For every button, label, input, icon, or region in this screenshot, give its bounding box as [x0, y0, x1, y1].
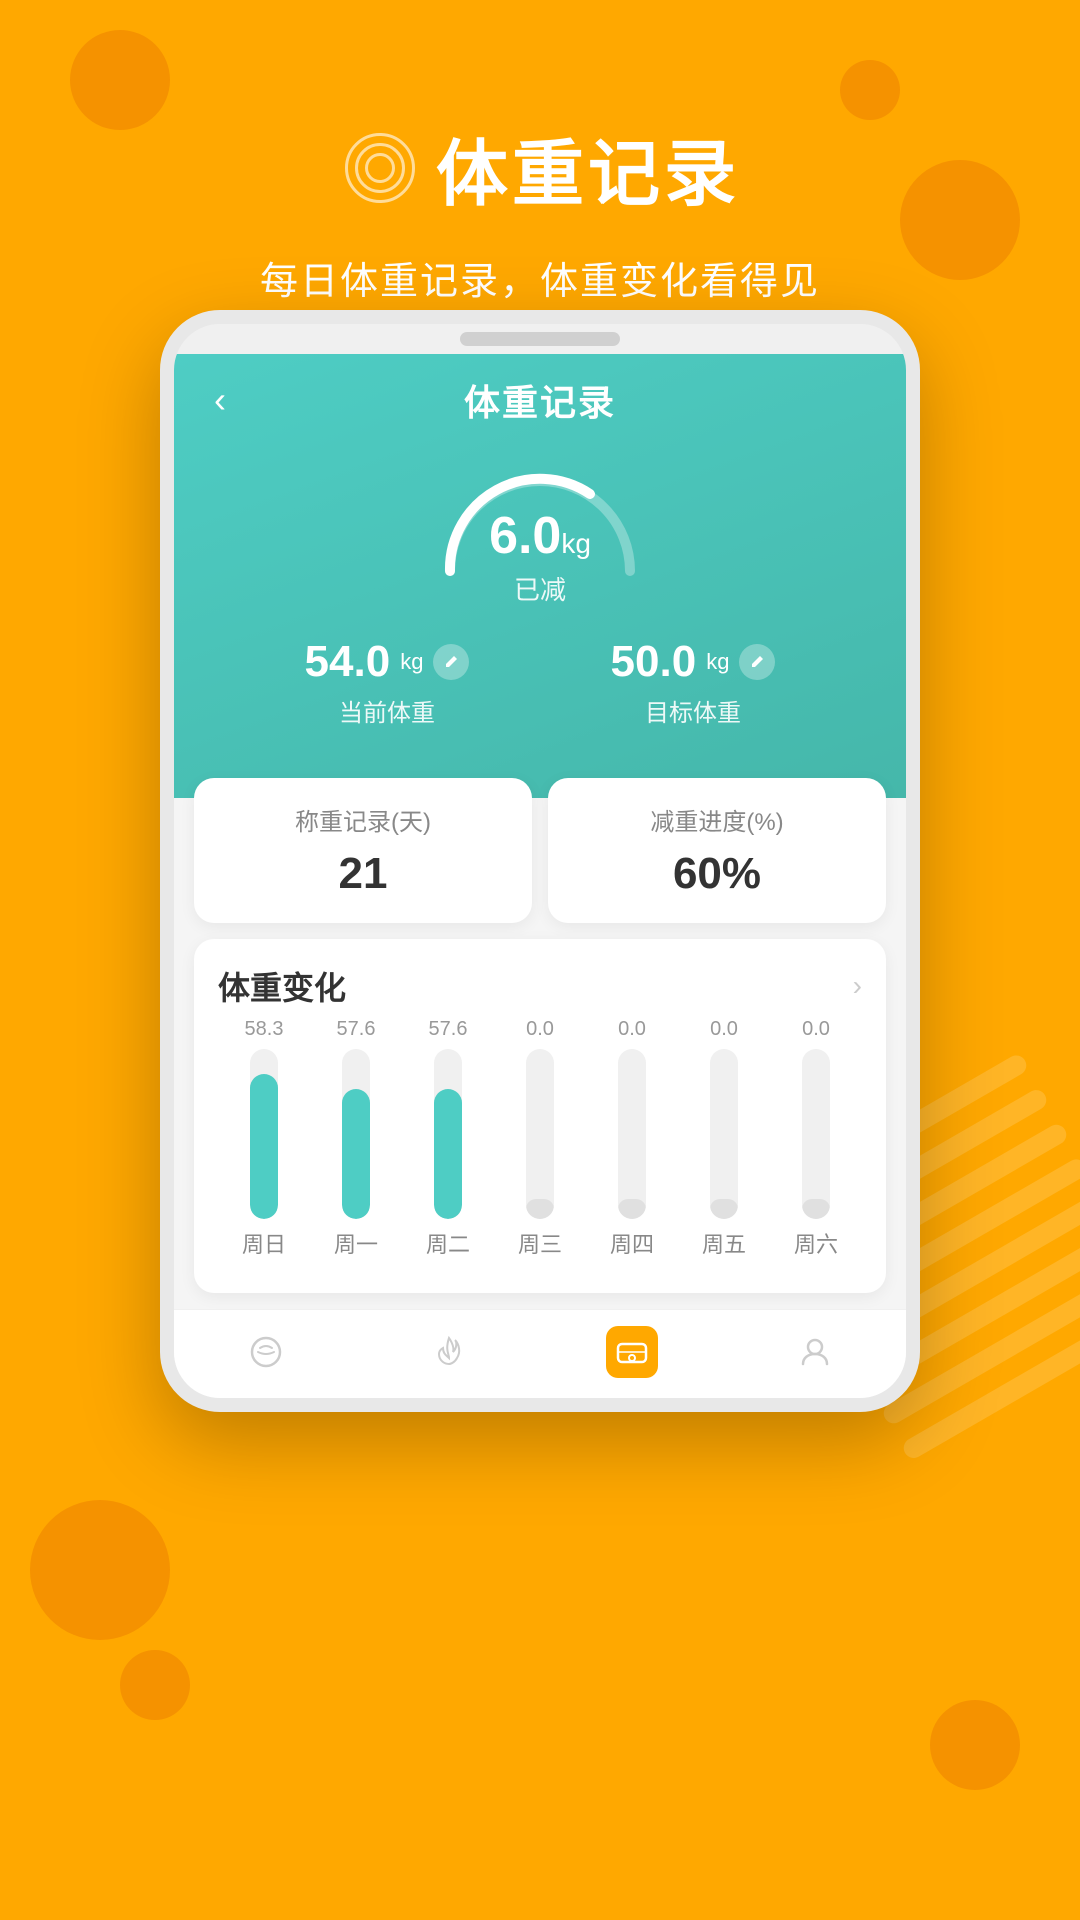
gauge-number: 6.0 [489, 507, 561, 565]
bar-day-6: 周六 [794, 1227, 838, 1259]
bar-day-2: 周二 [426, 1227, 470, 1259]
title-icon [340, 128, 420, 208]
deco-circle-6 [930, 1700, 1020, 1790]
bar-fill-3 [526, 1199, 554, 1219]
chart-title: 体重变化 [218, 963, 346, 1009]
app-header: ‹ 体重记录 6.0kg 已减 [174, 354, 906, 798]
stat-card-days-label: 称重记录(天) [295, 802, 431, 837]
current-weight-label: 当前体重 [339, 693, 435, 728]
bar-value-4: 0.0 [618, 1018, 646, 1041]
header-nav: ‹ 体重记录 [214, 374, 866, 426]
scale-icon [606, 1326, 658, 1378]
bar-wrapper-3 [526, 1049, 554, 1219]
ring-inner [365, 153, 395, 183]
nav-item-scale[interactable] [606, 1326, 658, 1378]
bar-value-0: 58.3 [245, 1018, 284, 1041]
bar-col-2: 57.6 周二 [402, 1018, 494, 1259]
gauge-container: 6.0kg 已减 [214, 446, 866, 627]
app-title-row: 体重记录 [340, 115, 740, 220]
nav-item-fire[interactable] [423, 1326, 475, 1378]
bar-col-4: 0.0 周四 [586, 1018, 678, 1259]
chart-section: 体重变化 › 58.3周日57.6周一57.6周二0.0周三0.0周四0.0周五… [194, 939, 886, 1293]
bar-wrapper-5 [710, 1049, 738, 1219]
bar-col-3: 0.0 周三 [494, 1018, 586, 1259]
app-screen: ‹ 体重记录 6.0kg 已减 [174, 354, 906, 1398]
bar-value-3: 0.0 [526, 1018, 554, 1041]
weight-stats: 54.0 kg 当前体重 50.0 kg [214, 627, 866, 748]
nav-item-person[interactable] [789, 1326, 841, 1378]
bar-value-1: 57.6 [337, 1018, 376, 1041]
bar-value-2: 57.6 [429, 1018, 468, 1041]
bar-col-1: 57.6 周一 [310, 1018, 402, 1259]
back-button[interactable]: ‹ [214, 379, 226, 421]
bar-value-6: 0.0 [802, 1018, 830, 1041]
target-weight-unit: kg [706, 649, 729, 675]
stat-card-progress: 减重进度(%) 60% [548, 778, 886, 923]
deco-circle-5 [120, 1650, 190, 1720]
bar-fill-0 [250, 1074, 278, 1219]
bar-day-5: 周五 [702, 1227, 746, 1259]
current-weight-value: 54.0 [305, 637, 391, 687]
target-weight-value-row: 50.0 kg [611, 637, 776, 687]
fire-icon [423, 1326, 475, 1378]
bar-col-5: 0.0 周五 [678, 1018, 770, 1259]
bar-fill-5 [710, 1199, 738, 1219]
current-weight-value-row: 54.0 kg [305, 637, 470, 687]
stat-card-days: 称重记录(天) 21 [194, 778, 532, 923]
app-title: 体重记录 [436, 115, 740, 220]
gauge-label: 已减 [489, 570, 591, 607]
app-subtitle: 每日体重记录，体重变化看得见 [260, 250, 820, 305]
bar-col-6: 0.0 周六 [770, 1018, 862, 1259]
target-weight-stat: 50.0 kg 目标体重 [611, 637, 776, 728]
bar-fill-4 [618, 1199, 646, 1219]
notch-bar [460, 332, 620, 346]
bar-day-1: 周一 [334, 1227, 378, 1259]
stat-card-progress-value: 60% [673, 849, 761, 899]
edit-target-weight-button[interactable] [739, 644, 775, 680]
bar-fill-2 [434, 1089, 462, 1219]
stat-card-progress-label: 减重进度(%) [650, 802, 783, 837]
stat-card-days-value: 21 [339, 849, 388, 899]
edit-current-weight-button[interactable] [433, 644, 469, 680]
bar-wrapper-4 [618, 1049, 646, 1219]
header-title: 体重记录 [464, 374, 616, 426]
phone-mockup: ‹ 体重记录 6.0kg 已减 [160, 310, 920, 1412]
bar-fill-1 [342, 1089, 370, 1219]
bottom-nav [174, 1309, 906, 1398]
gauge-value: 6.0kg 已减 [489, 506, 591, 607]
chart-more-button[interactable]: › [853, 970, 862, 1002]
chart-area: 58.3周日57.6周一57.6周二0.0周三0.0周四0.0周五0.0周六 [218, 1029, 862, 1269]
target-weight-label: 目标体重 [645, 693, 741, 728]
bar-wrapper-0 [250, 1049, 278, 1219]
deco-circle-4 [30, 1500, 170, 1640]
bar-value-5: 0.0 [710, 1018, 738, 1041]
target-weight-value: 50.0 [611, 637, 697, 687]
current-weight-unit: kg [400, 649, 423, 675]
chart-header: 体重变化 › [218, 963, 862, 1009]
stats-cards: 称重记录(天) 21 减重进度(%) 60% [174, 778, 906, 923]
nav-item-food[interactable] [240, 1326, 292, 1378]
bar-wrapper-2 [434, 1049, 462, 1219]
person-icon [789, 1326, 841, 1378]
bar-wrapper-6 [802, 1049, 830, 1219]
phone-notch [174, 324, 906, 354]
bar-fill-6 [802, 1199, 830, 1219]
bar-day-4: 周四 [610, 1227, 654, 1259]
gauge-unit: kg [561, 528, 591, 559]
food-icon [240, 1326, 292, 1378]
bar-wrapper-1 [342, 1049, 370, 1219]
current-weight-stat: 54.0 kg 当前体重 [305, 637, 470, 728]
bar-day-0: 周日 [242, 1227, 286, 1259]
bar-day-3: 周三 [518, 1227, 562, 1259]
bar-col-0: 58.3 周日 [218, 1018, 310, 1259]
